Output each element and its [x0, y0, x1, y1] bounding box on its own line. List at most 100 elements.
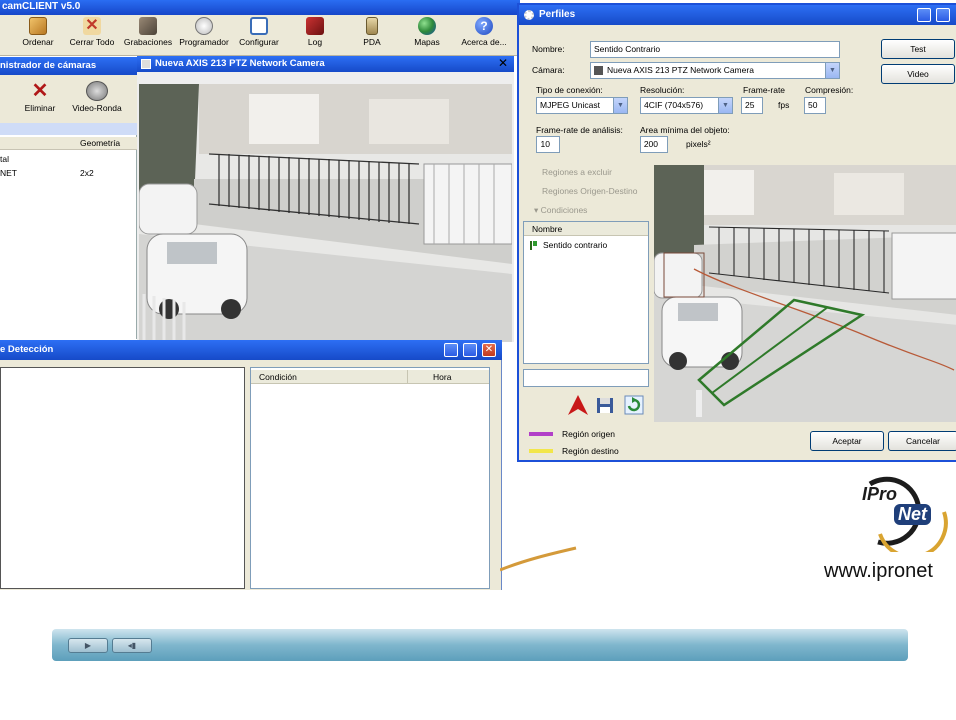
camera-window-icon — [141, 59, 151, 69]
configurar-label: Configurar — [239, 37, 279, 47]
help-icon: ? — [475, 17, 493, 35]
camera-admin-strip — [0, 123, 137, 135]
detection-preview-pane[interactable] — [0, 367, 245, 589]
camera-geometry: 2x2 — [80, 168, 94, 178]
tipo-conexion-value: MJPEG Unicast — [540, 100, 600, 110]
play-icon: ▶ — [84, 641, 92, 650]
camera-scene-image — [139, 84, 512, 342]
delete-x-icon: ✕ — [31, 80, 49, 102]
grabaciones-button[interactable]: Grabaciones — [122, 17, 174, 55]
camera-name: NET — [0, 168, 17, 178]
nombre-input[interactable]: Sentido Contrario — [590, 41, 840, 58]
camera-list-item[interactable]: tal — [0, 153, 137, 165]
camera-admin-toolbar: ✕ Eliminar Video-Ronda — [0, 75, 137, 123]
ordenar-label: Ordenar — [22, 37, 54, 47]
camera-admin-title: nistrador de cámaras — [0, 57, 137, 75]
add-arrow-icon[interactable] — [567, 394, 589, 416]
profile-preview-image[interactable] — [654, 165, 956, 422]
decorative-swoosh — [500, 546, 577, 572]
perfiles-maximize-button[interactable] — [936, 8, 950, 22]
pda-button[interactable]: PDA — [357, 17, 387, 55]
log-label: Log — [307, 37, 323, 47]
resolucion-select[interactable]: 4CIF (704x576) ▼ — [640, 97, 733, 114]
tipo-conexion-label: Tipo de conexión: — [536, 85, 603, 95]
tree-item-regiones-origen-destino[interactable]: Regiones Origen-Destino — [542, 186, 637, 196]
perfiles-dialog: Perfiles Nombre: Sentido Contrario Cámar… — [517, 3, 956, 462]
fps-label: fps — [778, 100, 790, 110]
video-ronda-button[interactable]: Video-Ronda — [68, 79, 126, 113]
acerca-de-button[interactable]: ? Acerca de... — [456, 17, 512, 55]
play-button[interactable]: ▶ — [68, 638, 108, 653]
camera-window-title: Nueva AXIS 213 PTZ Network Camera — [155, 58, 325, 69]
main-toolbar: Ordenar ✕ Cerrar Todo Grabaciones Progra… — [0, 15, 520, 56]
framerate-value: 25 — [745, 100, 755, 110]
video-ronda-icon — [86, 81, 108, 101]
cerrar-todo-button[interactable]: ✕ Cerrar Todo — [66, 17, 118, 55]
aceptar-button[interactable]: Aceptar — [810, 431, 884, 451]
cerrar-todo-icon: ✕ — [83, 17, 101, 35]
ipronet-logo: IPro Net — [858, 472, 956, 559]
condition-name: Sentido contrario — [543, 240, 608, 250]
configurar-icon — [250, 17, 268, 35]
video-button[interactable]: Video — [881, 64, 955, 84]
camera-list-item[interactable]: NET 2x2 — [0, 167, 137, 179]
detection-close-button[interactable]: ✕ — [482, 343, 496, 357]
perfiles-minimize-button[interactable] — [917, 8, 931, 22]
column-hora[interactable]: Hora — [433, 372, 451, 382]
region-destino-label: Región destino — [562, 446, 619, 456]
programador-label: Programador — [179, 37, 229, 47]
flag-icon — [530, 241, 537, 250]
tipo-conexion-select[interactable]: MJPEG Unicast ▼ — [536, 97, 628, 114]
programador-button[interactable]: Programador — [177, 17, 231, 55]
perfiles-title: Perfiles — [539, 9, 576, 20]
tree-item-regiones-excluir[interactable]: Regiones a excluir — [542, 167, 612, 177]
compresion-input[interactable]: 50 ▲▼ — [804, 97, 826, 114]
detection-maximize-button[interactable] — [463, 343, 477, 357]
camera-video-feed[interactable] — [139, 84, 512, 342]
video-player-bar: ▶ ◂▮ — [52, 629, 908, 661]
profile-scene-image — [654, 165, 956, 422]
detection-window-title: e Detección — [0, 344, 54, 355]
camera-admin-panel: nistrador de cámaras ✕ Eliminar Video-Ro… — [0, 57, 137, 339]
camara-value: Nueva AXIS 213 PTZ Network Camera — [607, 65, 754, 75]
detection-events-list[interactable]: Condición Hora — [250, 367, 490, 589]
cancelar-button[interactable]: Cancelar — [888, 431, 956, 451]
detection-minimize-button[interactable] — [444, 343, 458, 357]
camera-window-titlebar: Nueva AXIS 213 PTZ Network Camera — [137, 56, 514, 72]
camara-select[interactable]: Nueva AXIS 213 PTZ Network Camera ▼ — [590, 62, 840, 79]
camera-window-close-button[interactable]: ✕ — [496, 57, 510, 71]
app-title-bar: camCLIENT v5.0 — [0, 0, 520, 15]
condition-edit-input[interactable] — [523, 369, 649, 387]
ordenar-button[interactable]: Ordenar — [18, 17, 58, 55]
detection-list-header: Condición Hora — [251, 370, 489, 384]
chevron-down-icon[interactable]: ▼ — [825, 63, 839, 78]
eliminar-button[interactable]: ✕ Eliminar — [20, 79, 60, 113]
camera-small-icon — [594, 66, 603, 75]
chevron-down-icon[interactable]: ▼ — [613, 98, 627, 113]
area-minima-label: Area mínima del objeto: — [640, 125, 730, 135]
fr-analisis-input[interactable]: 10 ▲▼ — [536, 136, 560, 153]
mapas-label: Mapas — [414, 37, 440, 47]
refresh-icon[interactable] — [623, 394, 645, 416]
acerca-de-label: Acerca de... — [461, 37, 507, 47]
column-geometria[interactable]: Geometría — [80, 138, 120, 148]
volume-stop-button[interactable]: ◂▮ — [112, 638, 152, 653]
conditions-list[interactable]: Nombre Sentido contrario — [523, 221, 649, 364]
tree-item-condiciones[interactable]: ▾ Condiciones — [534, 205, 587, 216]
column-condicion[interactable]: Condición — [259, 372, 297, 382]
fr-analisis-value: 10 — [540, 139, 550, 149]
test-button[interactable]: Test — [881, 39, 955, 59]
save-icon[interactable] — [594, 394, 616, 416]
resolucion-value: 4CIF (704x576) — [644, 100, 704, 110]
globe-icon — [418, 17, 436, 35]
area-minima-input[interactable]: 200 ▲▼ — [640, 136, 668, 153]
region-origen-label: Región origen — [562, 429, 615, 439]
chevron-down-icon[interactable]: ▼ — [718, 98, 732, 113]
framerate-input[interactable]: 25 ▲▼ — [741, 97, 763, 114]
column-nombre[interactable]: Nombre — [532, 224, 562, 234]
resolucion-label: Resolución: — [640, 85, 685, 95]
configurar-button[interactable]: Configurar — [236, 17, 282, 55]
mapas-button[interactable]: Mapas — [409, 17, 445, 55]
list-item[interactable]: Sentido contrario — [530, 240, 645, 252]
log-button[interactable]: Log — [300, 17, 330, 55]
